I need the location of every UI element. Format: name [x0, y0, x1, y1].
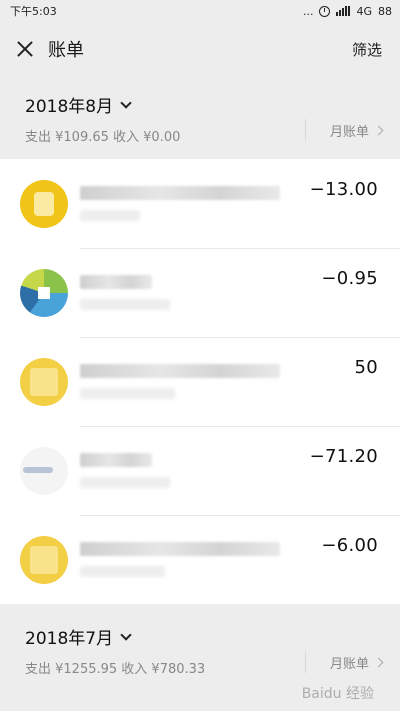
- month-label[interactable]: 2018年8月: [25, 92, 113, 117]
- chevron-right-icon[interactable]: [373, 125, 384, 135]
- chevron-down-icon[interactable]: [120, 96, 132, 109]
- monthly-bill-button[interactable]: 月账单: [304, 119, 384, 141]
- merchant-avatar: [20, 357, 68, 406]
- watermark: Baidu 经验: [301, 686, 374, 702]
- chevron-down-icon[interactable]: [120, 628, 132, 641]
- transaction-row[interactable]: −71.20: [0, 426, 400, 515]
- merchant-avatar: [20, 268, 68, 317]
- status-time: 下午5:03: [10, 5, 57, 18]
- status-icons: ... 4G 88: [303, 5, 392, 18]
- blurred-time: [80, 299, 170, 310]
- close-icon[interactable]: [14, 38, 36, 60]
- transaction-amount: −0.95: [321, 268, 378, 289]
- blurred-title: [80, 186, 280, 200]
- merchant-avatar: [20, 446, 68, 495]
- blurred-time: [80, 477, 170, 488]
- transaction-row[interactable]: −13.00: [0, 159, 400, 248]
- network-type: 4G: [356, 4, 372, 18]
- month-selector[interactable]: 2018年7月: [25, 624, 382, 649]
- blurred-title: [80, 275, 152, 289]
- transaction-amount: −71.20: [309, 446, 378, 467]
- transaction-row[interactable]: 50: [0, 337, 400, 426]
- monthly-bill-button[interactable]: 月账单: [304, 651, 384, 673]
- merchant-avatar: [20, 179, 68, 228]
- status-dots: ...: [302, 4, 314, 18]
- transaction-row[interactable]: −0.95: [0, 248, 400, 337]
- blurred-time: [80, 566, 165, 577]
- page-title: 账单: [48, 40, 84, 61]
- month-selector[interactable]: 2018年8月: [25, 92, 382, 117]
- blurred-title: [80, 542, 280, 556]
- transaction-amount: 50: [354, 357, 378, 378]
- chevron-right-icon[interactable]: [373, 657, 384, 667]
- signal-bars-icon: [336, 6, 351, 16]
- merchant-avatar: [20, 535, 68, 584]
- transaction-amount: −6.00: [321, 535, 378, 556]
- transaction-amount: −13.00: [309, 179, 378, 200]
- battery-level: 88: [378, 4, 392, 18]
- month-header-july: 2018年7月 支出 ¥1255.95 收入 ¥780.33 月账单: [0, 604, 400, 691]
- filter-button[interactable]: 筛选: [352, 39, 382, 60]
- status-bar: 下午5:03 ... 4G 88: [0, 0, 400, 22]
- blurred-time: [80, 210, 140, 221]
- blurred-time: [80, 388, 175, 399]
- title-bar: 账单 筛选: [0, 22, 400, 76]
- monthly-bill-label[interactable]: 月账单: [330, 121, 369, 140]
- transaction-list: −13.00 −0.95 50 −71.20 −6.00: [0, 159, 400, 604]
- monthly-bill-label[interactable]: 月账单: [330, 653, 369, 672]
- blurred-title: [80, 364, 280, 378]
- alarm-icon: [319, 5, 331, 17]
- transaction-row[interactable]: −6.00: [0, 515, 400, 604]
- blurred-title: [80, 453, 152, 467]
- month-label[interactable]: 2018年7月: [25, 624, 113, 649]
- month-header-august: 2018年8月 支出 ¥109.65 收入 ¥0.00 月账单: [0, 76, 400, 159]
- transaction-info: [80, 364, 400, 399]
